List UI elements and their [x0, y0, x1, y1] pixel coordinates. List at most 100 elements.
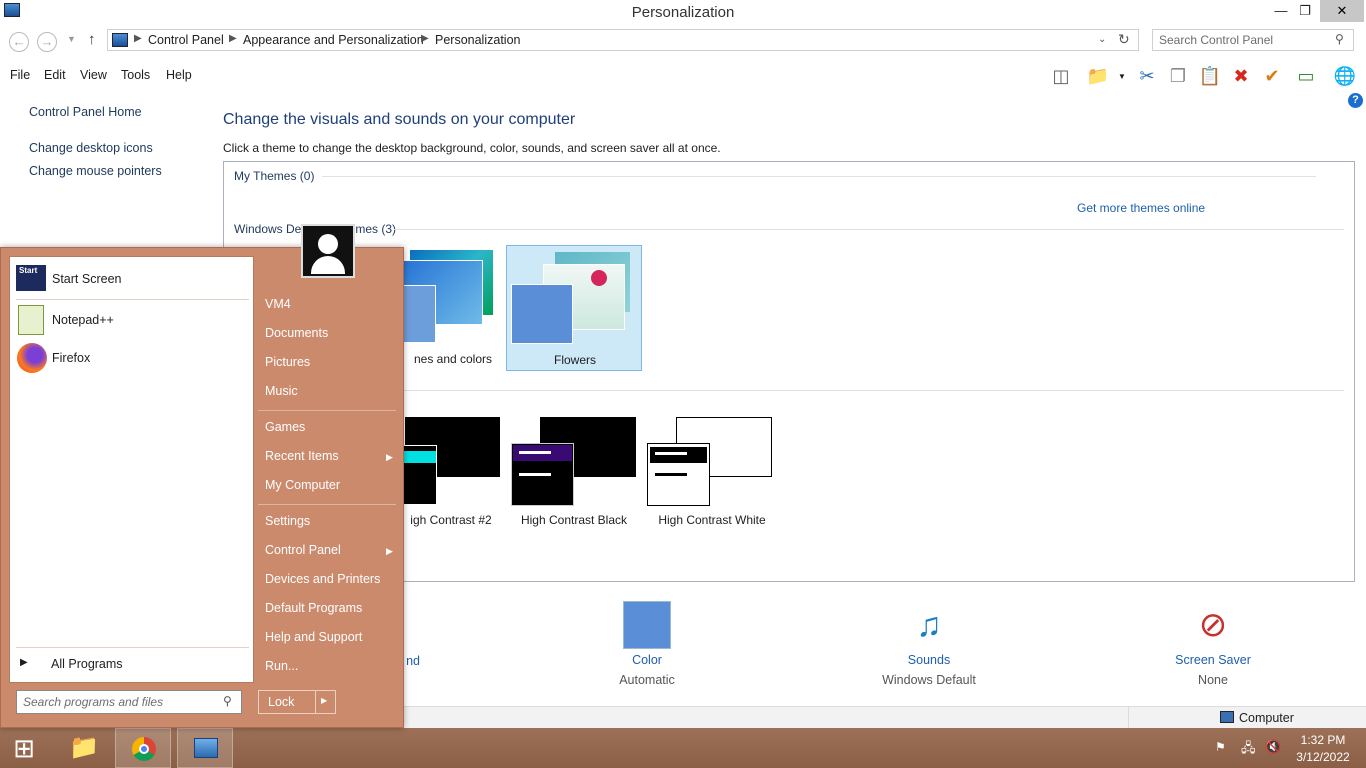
forward-button[interactable]: → — [37, 32, 57, 52]
sidebar-item-change-mouse-pointers[interactable]: Change mouse pointers — [29, 164, 162, 178]
help-icon[interactable]: ? — [1348, 93, 1363, 108]
copy-icon[interactable]: ❐ — [1166, 64, 1190, 88]
menu-bar: File Edit View Tools Help ◫ 📁 ▼ ✂ ❐ 📋 ✖ … — [0, 60, 1366, 108]
breadcrumb-control-panel[interactable]: Control Panel — [148, 33, 224, 47]
search-placeholder: Search Control Panel — [1159, 33, 1274, 47]
screen-saver-value: None — [1198, 673, 1228, 687]
menu-tools[interactable]: Tools — [121, 68, 150, 82]
restore-button[interactable]: ❐ — [1290, 0, 1320, 22]
close-button[interactable]: ✕ — [1320, 0, 1364, 22]
chevron-down-icon[interactable]: ▼ — [1118, 72, 1126, 81]
action-center-icon[interactable]: ⚑ — [1215, 740, 1226, 754]
cut-icon[interactable]: ✂ — [1135, 64, 1159, 88]
chrome-taskbar-button[interactable] — [115, 728, 171, 768]
clock-time[interactable]: 1:32 PM — [1290, 733, 1356, 747]
chevron-right-icon: ▶ — [20, 657, 28, 668]
chevron-right-icon: ▶ — [421, 33, 429, 44]
start-link-settings[interactable]: Settings — [265, 514, 310, 528]
globe-icon[interactable]: 🌐 — [1333, 64, 1357, 88]
theme-label: High Contrast Black — [520, 513, 628, 527]
color-option[interactable]: Color Automatic — [577, 601, 717, 687]
address-row: ← → ▼ ↑ ▶ Control Panel ▶ Appearance and… — [0, 24, 1366, 58]
network-icon[interactable]: 🖧 — [1241, 739, 1256, 761]
search-icon[interactable]: ⚲ — [1335, 32, 1344, 46]
start-link-default-programs[interactable]: Default Programs — [265, 601, 362, 615]
firefox-icon — [17, 343, 47, 373]
breadcrumb-appearance[interactable]: Appearance and Personalization — [243, 33, 424, 47]
refresh-icon[interactable]: ↻ — [1118, 31, 1130, 48]
file-explorer-icon[interactable]: 📁 — [56, 728, 112, 768]
recent-dropdown-icon[interactable]: ▼ — [67, 34, 76, 44]
up-button[interactable]: ↑ — [88, 31, 96, 48]
start-search-placeholder: Search programs and files — [23, 695, 164, 709]
theme-high-contrast-white[interactable]: High Contrast White — [647, 415, 777, 527]
back-button[interactable]: ← — [9, 32, 29, 52]
control-panel-taskbar-button[interactable] — [177, 728, 233, 768]
start-link-vm4[interactable]: VM4 — [265, 297, 291, 311]
start-menu-left-pane: Start Start Screen Notepad++ Firefox ▶ A… — [9, 256, 254, 683]
paste-icon[interactable]: 📋 — [1198, 64, 1222, 88]
window-title: Personalization — [631, 4, 735, 21]
start-link-music[interactable]: Music — [265, 384, 298, 398]
screen-saver-label[interactable]: Screen Saver — [1143, 653, 1283, 667]
start-item-label: Notepad++ — [52, 313, 114, 327]
start-item-start-screen[interactable]: Start Start Screen — [16, 263, 249, 297]
all-programs-button[interactable]: All Programs — [51, 657, 123, 671]
start-link-games[interactable]: Games — [265, 420, 305, 434]
menu-file[interactable]: File — [10, 68, 30, 82]
layout-pane-icon[interactable]: ◫ — [1049, 64, 1073, 88]
start-link-pictures[interactable]: Pictures — [265, 355, 310, 369]
menu-help[interactable]: Help — [166, 68, 192, 82]
theme-flowers[interactable]: Flowers — [506, 245, 642, 371]
chevron-right-icon: ▶ — [386, 452, 393, 462]
user-avatar[interactable] — [301, 224, 355, 278]
get-more-themes-link[interactable]: Get more themes online — [1077, 201, 1205, 215]
sounds-value: Windows Default — [882, 673, 976, 687]
title-bar: Personalization — ❐ ✕ — [0, 0, 1366, 24]
chevron-right-icon: ▶ — [386, 546, 393, 556]
checkmark-icon[interactable]: ✔ — [1260, 64, 1284, 88]
chevron-down-icon[interactable]: ⌄ — [1098, 34, 1106, 45]
chevron-right-icon: ▶ — [134, 33, 142, 44]
clock-date[interactable]: 3/12/2022 — [1290, 750, 1356, 764]
screen-saver-option[interactable]: ⊘ Screen Saver None — [1143, 601, 1283, 687]
control-panel-icon — [194, 738, 218, 758]
search-input[interactable]: Search Control Panel ⚲ — [1152, 29, 1354, 51]
start-link-run[interactable]: Run... — [265, 659, 298, 673]
properties-icon[interactable]: ▭ — [1294, 64, 1318, 88]
menu-edit[interactable]: Edit — [44, 68, 66, 82]
start-link-documents[interactable]: Documents — [265, 326, 328, 340]
delete-icon[interactable]: ✖ — [1229, 64, 1253, 88]
start-link-my-computer[interactable]: My Computer — [265, 478, 340, 492]
chevron-right-icon[interactable]: ▶ — [321, 696, 327, 705]
notepad-plus-icon — [18, 305, 44, 335]
start-item-firefox[interactable]: Firefox — [16, 342, 249, 376]
address-bar[interactable]: ▶ Control Panel ▶ Appearance and Persona… — [107, 29, 1139, 51]
lock-button[interactable]: Lock ▶ — [258, 690, 336, 714]
windows-start-icon[interactable]: ⊞ — [0, 728, 48, 768]
folder-options-icon[interactable]: 📁 — [1086, 64, 1110, 88]
page-title: Change the visuals and sounds on your co… — [223, 111, 576, 128]
theme-label: High Contrast White — [658, 513, 766, 527]
sidebar-item-control-panel-home[interactable]: Control Panel Home — [29, 105, 142, 119]
start-link-control-panel[interactable]: Control Panel — [265, 543, 341, 557]
volume-muted-icon[interactable]: 🔇 — [1265, 739, 1281, 755]
taskbar: ⊞ 📁 ⚑ 🖧 🔇 1:32 PM 3/12/2022 — [0, 728, 1366, 768]
start-link-help-support[interactable]: Help and Support — [265, 630, 362, 644]
color-palette-icon — [623, 601, 671, 649]
menu-view[interactable]: View — [80, 68, 107, 82]
start-menu: Start Start Screen Notepad++ Firefox ▶ A… — [0, 247, 404, 728]
theme-high-contrast-black[interactable]: High Contrast Black — [511, 415, 637, 527]
start-item-label: Firefox — [52, 351, 91, 365]
breadcrumb-personalization[interactable]: Personalization — [435, 33, 520, 47]
start-search-input[interactable]: Search programs and files ⚲ — [16, 690, 242, 714]
sounds-label[interactable]: Sounds — [859, 653, 999, 667]
start-link-devices-printers[interactable]: Devices and Printers — [265, 572, 380, 586]
start-item-notepad-plus[interactable]: Notepad++ — [16, 304, 249, 338]
chevron-right-icon: ▶ — [229, 33, 237, 44]
sounds-option[interactable]: ♫ Sounds Windows Default — [859, 601, 999, 687]
search-icon[interactable]: ⚲ — [223, 694, 232, 708]
start-link-recent-items[interactable]: Recent Items — [265, 449, 339, 463]
color-label[interactable]: Color — [577, 653, 717, 667]
sidebar-item-change-desktop-icons[interactable]: Change desktop icons — [29, 141, 153, 155]
